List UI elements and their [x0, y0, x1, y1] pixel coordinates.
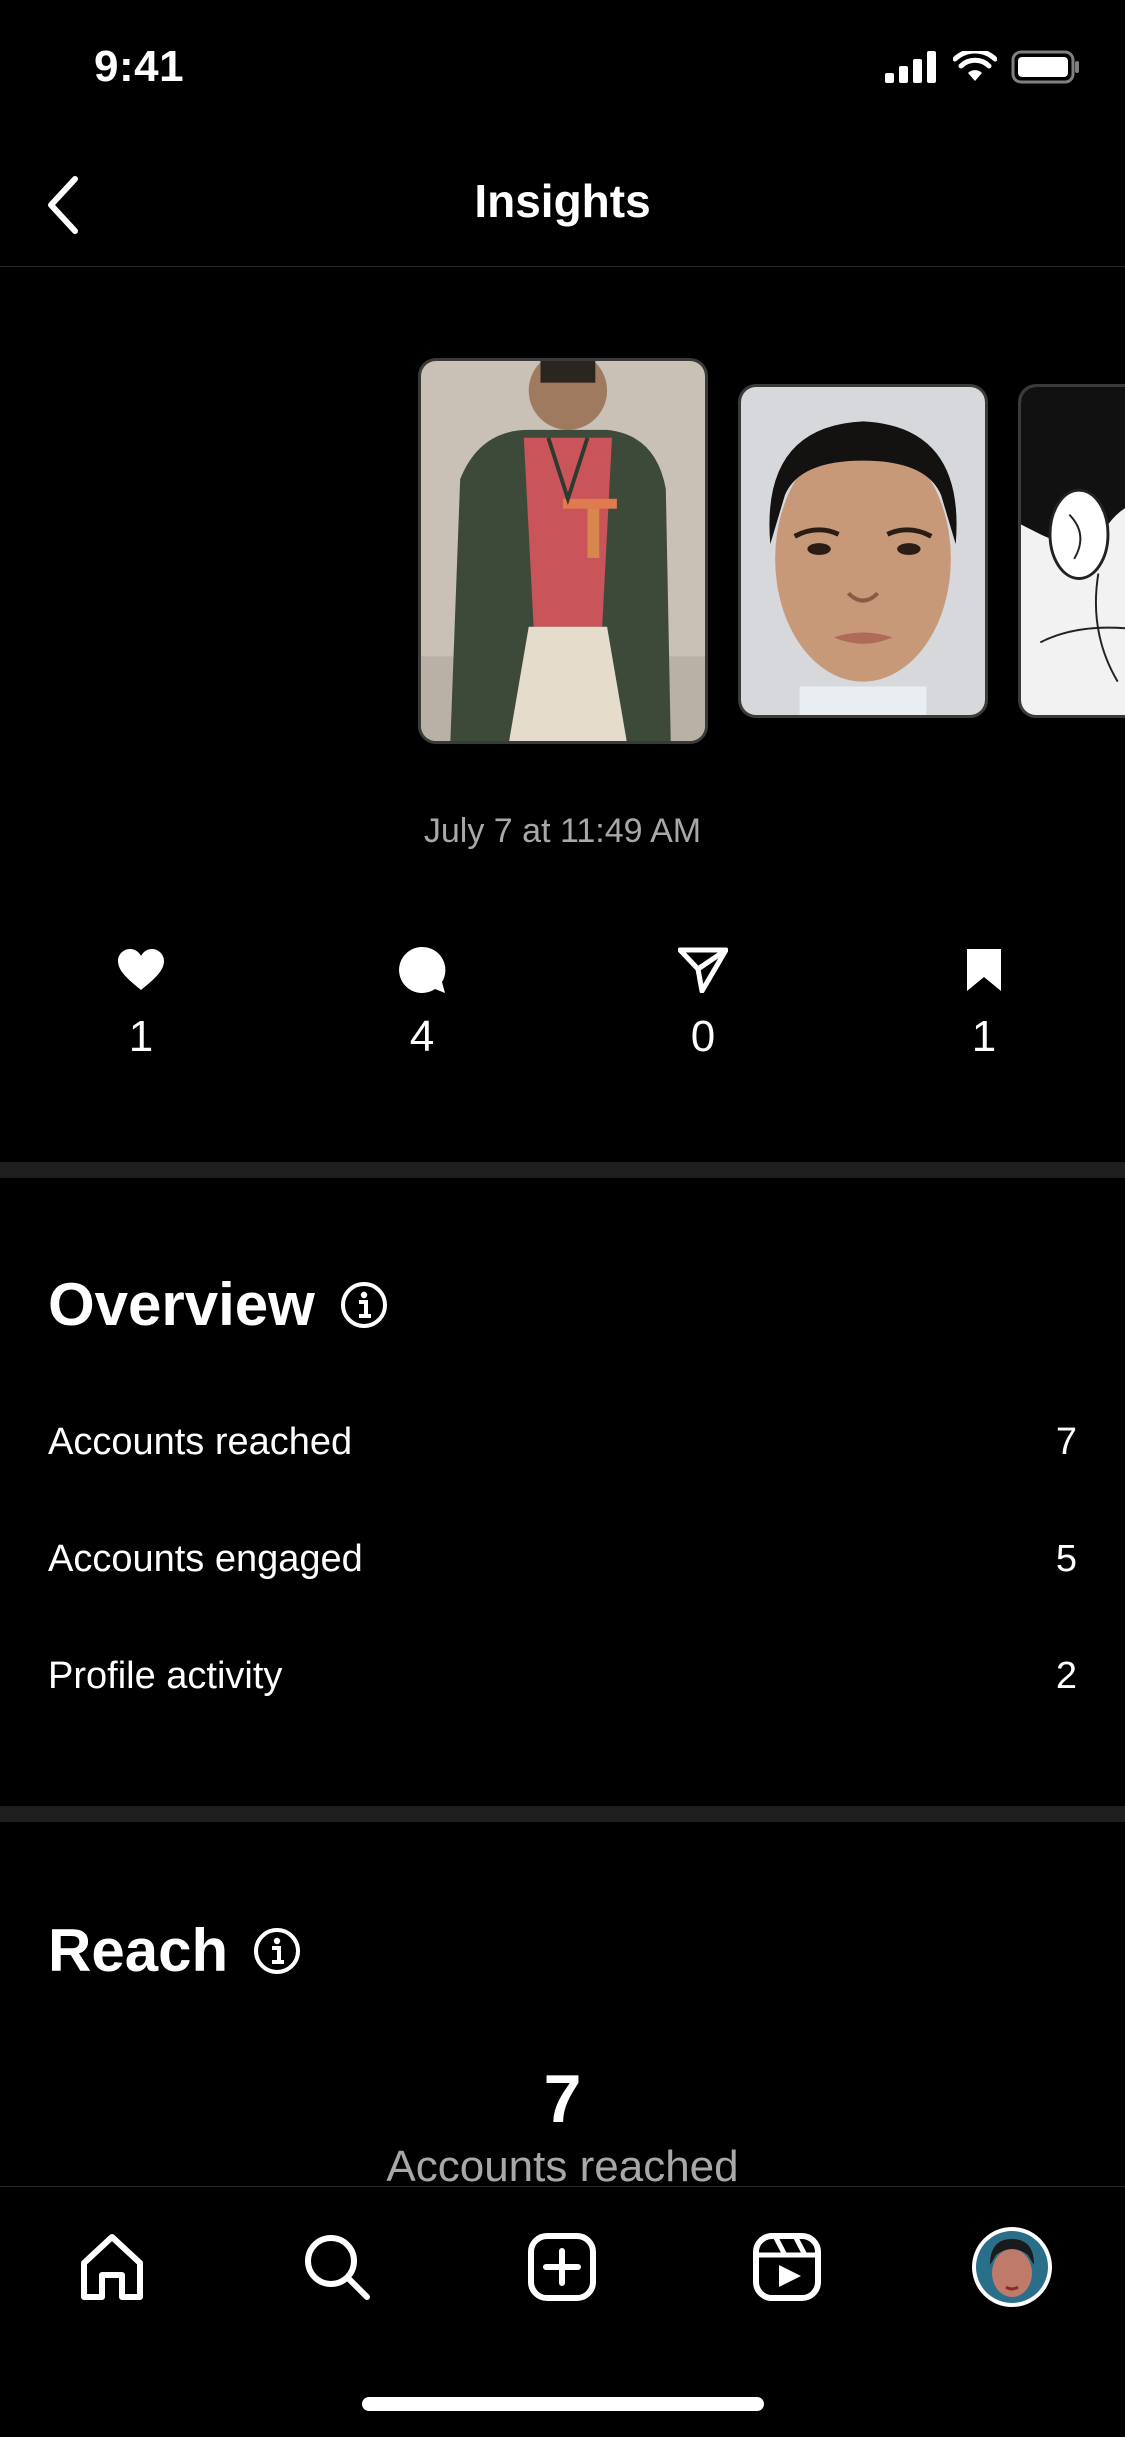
reach-label: Accounts reached — [386, 2142, 739, 2191]
bookmark-icon — [967, 949, 1001, 991]
reels-icon — [753, 2233, 821, 2301]
status-time: 9:41 — [94, 42, 185, 91]
post-image-3[interactable] — [1018, 384, 1125, 718]
wifi-icon — [953, 51, 997, 81]
reach-title-row: Reach — [48, 1916, 302, 1985]
section-divider — [0, 1806, 1125, 1822]
overview-row-profile-activity[interactable]: Profile activity 2 — [48, 1646, 1077, 1706]
battery-icon — [1011, 50, 1079, 84]
send-icon — [678, 947, 728, 993]
home-indicator — [362, 2397, 764, 2411]
status-icons — [885, 50, 1081, 84]
search-icon — [305, 2235, 370, 2300]
overview-title-row: Overview — [48, 1270, 389, 1339]
likes-count: 1 — [128, 1012, 154, 1061]
post-image-1[interactable] — [418, 358, 708, 744]
info-icon[interactable] — [339, 1280, 389, 1330]
tab-create[interactable] — [512, 2217, 612, 2317]
heart-icon — [118, 949, 164, 990]
row-label: Accounts reached — [48, 1420, 353, 1463]
row-label: Accounts engaged — [48, 1537, 363, 1580]
overview-row-accounts-engaged[interactable]: Accounts engaged 5 — [48, 1529, 1077, 1589]
row-value: 2 — [1055, 1654, 1077, 1697]
post-image-2[interactable] — [738, 384, 988, 718]
saves-count: 1 — [971, 1012, 997, 1061]
post-date: July 7 at 11:49 AM — [423, 812, 702, 850]
cellular-signal-icon — [885, 51, 936, 83]
profile-avatar — [972, 2227, 1052, 2307]
section-divider — [0, 1162, 1125, 1178]
comment-icon — [399, 946, 446, 993]
tab-search[interactable] — [287, 2217, 387, 2317]
status-bar: 9:41 — [0, 0, 1125, 140]
reach-count: 7 — [543, 2061, 582, 2137]
metric-saves: 1 — [884, 940, 1084, 1062]
row-value: 7 — [1055, 1420, 1077, 1463]
row-value: 5 — [1055, 1537, 1077, 1580]
metric-likes: 1 — [41, 940, 241, 1062]
reach-title: Reach — [48, 1917, 229, 1984]
page-title: Insights — [474, 175, 651, 227]
create-icon — [528, 2233, 596, 2301]
row-label: Profile activity — [48, 1654, 283, 1697]
post-carousel[interactable] — [0, 266, 1125, 786]
tab-reels[interactable] — [737, 2217, 837, 2317]
nav-bar: Insights — [0, 140, 1125, 267]
metric-shares: 0 — [603, 940, 803, 1062]
comments-count: 4 — [409, 1012, 435, 1061]
tab-home[interactable] — [62, 2217, 162, 2317]
tab-profile[interactable] — [962, 2217, 1062, 2317]
overview-title: Overview — [48, 1271, 315, 1338]
metric-comments: 4 — [322, 940, 522, 1062]
engagement-metrics: 1 4 0 1 — [0, 940, 1125, 1080]
info-icon[interactable] — [252, 1926, 302, 1976]
overview-row-accounts-reached[interactable]: Accounts reached 7 — [48, 1412, 1077, 1472]
home-icon — [81, 2234, 143, 2300]
shares-count: 0 — [690, 1012, 716, 1061]
